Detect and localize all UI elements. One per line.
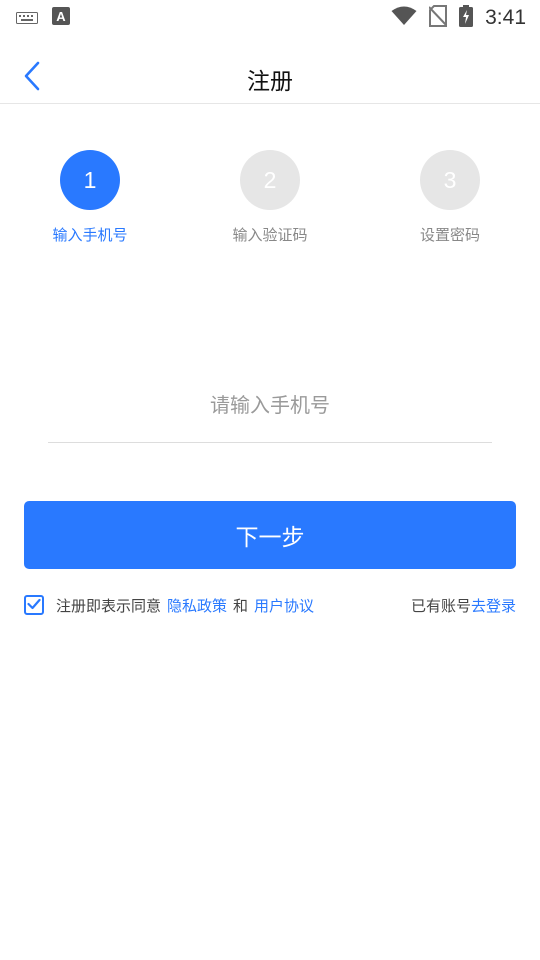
step-3: 3 设置密码 bbox=[380, 150, 520, 245]
login-prefix: 已有账号 bbox=[410, 596, 471, 615]
step-indicator: 1 输入手机号 2 输入验证码 3 设置密码 bbox=[0, 150, 540, 250]
step-2: 2 输入验证码 bbox=[200, 150, 340, 245]
status-left: A bbox=[16, 7, 70, 29]
agreement-prefix: 注册即表示同意 bbox=[56, 596, 162, 615]
svg-text:A: A bbox=[56, 9, 66, 24]
next-step-button[interactable]: 下一步 bbox=[24, 501, 516, 569]
step-2-circle: 2 bbox=[240, 150, 300, 210]
step-3-label: 设置密码 bbox=[419, 226, 480, 244]
agreement-and: 和 bbox=[233, 596, 249, 615]
agreement-row: 注册即表示同意 隐私政策 和 用户协议 已有账号去登录 bbox=[24, 592, 516, 618]
login-prompt: 已有账号去登录 bbox=[411, 595, 516, 616]
go-login-link[interactable]: 去登录 bbox=[471, 597, 516, 615]
status-time: 3:41 bbox=[485, 6, 526, 29]
agreement-checkbox[interactable] bbox=[24, 595, 44, 615]
no-sim-icon bbox=[428, 5, 448, 31]
step-1: 1 输入手机号 bbox=[20, 150, 160, 245]
status-bar: A 3:41 bbox=[0, 0, 540, 36]
phone-input[interactable] bbox=[48, 378, 492, 432]
user-agreement-link[interactable]: 用户协议 bbox=[254, 595, 314, 616]
agreement-left: 注册即表示同意 隐私政策 和 用户协议 bbox=[24, 595, 314, 616]
keyboard-icon bbox=[16, 9, 38, 28]
status-right: 3:41 bbox=[391, 5, 526, 31]
page-title: 注册 bbox=[247, 69, 293, 95]
checkmark-icon bbox=[27, 596, 41, 614]
step-1-circle: 1 bbox=[60, 150, 120, 210]
phone-field-wrapper bbox=[48, 378, 492, 443]
step-1-label: 输入手机号 bbox=[52, 226, 128, 244]
step-3-circle: 3 bbox=[420, 150, 480, 210]
wifi-icon bbox=[391, 6, 417, 30]
text-a-icon: A bbox=[52, 7, 70, 29]
battery-charging-icon bbox=[459, 5, 474, 31]
nav-bar: 注册 bbox=[0, 52, 540, 104]
step-2-label: 输入验证码 bbox=[232, 226, 308, 244]
privacy-policy-link[interactable]: 隐私政策 bbox=[167, 595, 227, 616]
